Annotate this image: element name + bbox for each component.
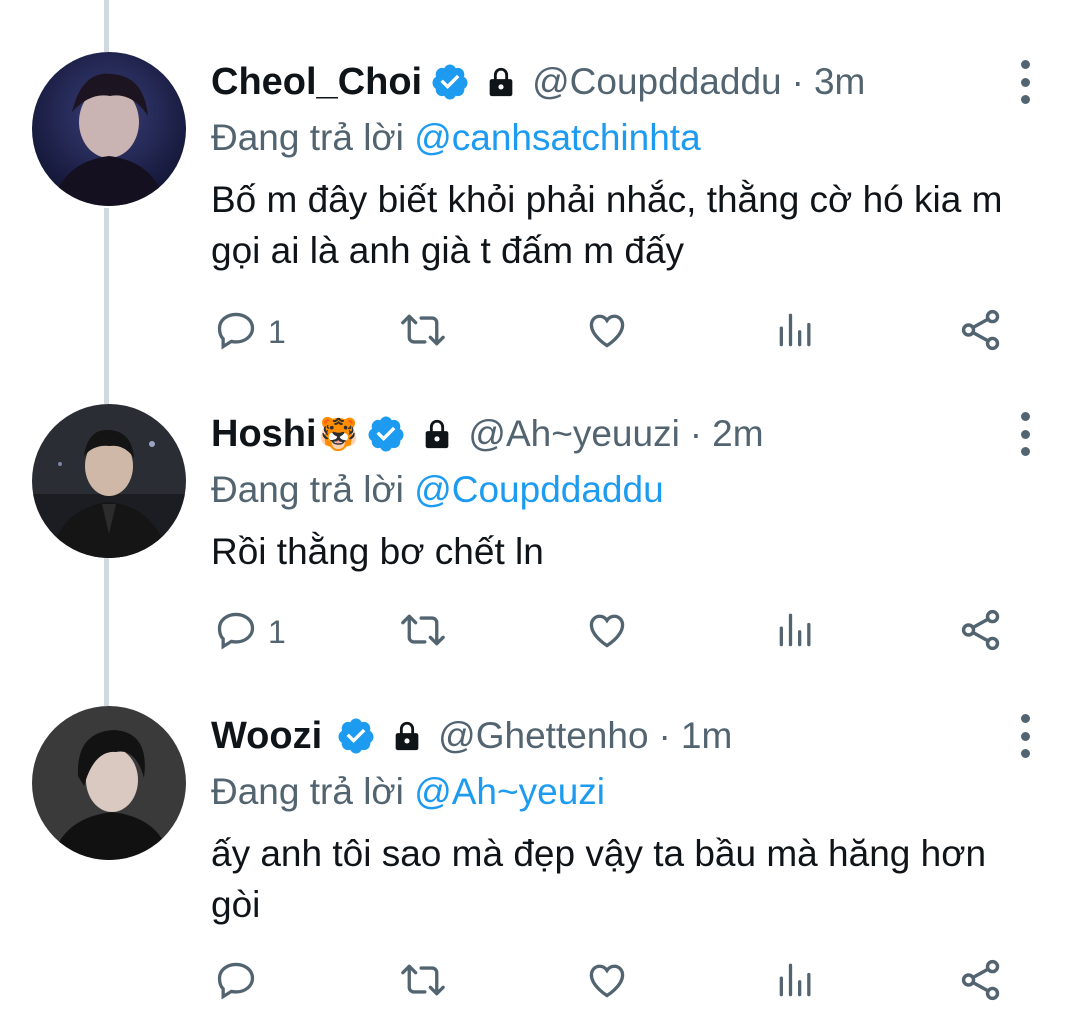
like-button[interactable]	[584, 302, 630, 362]
like-icon	[584, 308, 630, 357]
analytics-icon	[774, 608, 818, 657]
retweet-icon	[398, 308, 448, 357]
analytics-button[interactable]	[774, 302, 818, 362]
reply-icon	[214, 958, 258, 1007]
replying-mention[interactable]: @canhsatchinhta	[414, 117, 700, 158]
retweet-button[interactable]	[398, 602, 448, 662]
handle[interactable]: @Coupddaddu	[532, 61, 781, 103]
like-icon	[584, 608, 630, 657]
tweet-actions: 1	[0, 602, 1080, 662]
replying-to: Đang trả lời @Ah~yeuzi	[211, 766, 1040, 818]
analytics-button[interactable]	[774, 952, 818, 1012]
replying-mention[interactable]: @Coupddaddu	[414, 469, 663, 510]
avatar[interactable]	[32, 706, 186, 860]
tweet-actions	[0, 952, 1080, 1012]
like-button[interactable]	[584, 952, 630, 1012]
replying-prefix: Đang trả lời	[211, 771, 404, 812]
more-vertical-icon[interactable]	[1010, 412, 1040, 456]
tweet-text: ấy anh tôi sao mà đẹp vậy ta bầu mà hăng…	[211, 833, 987, 925]
reply-button[interactable]: 1	[214, 602, 286, 662]
share-icon	[958, 607, 1004, 658]
replying-to: Đang trả lời @Coupddaddu	[211, 464, 1040, 516]
retweet-button[interactable]	[398, 302, 448, 362]
separator-dot: ·	[791, 61, 804, 102]
display-name[interactable]: Cheol_Choi	[211, 61, 422, 104]
like-button[interactable]	[584, 602, 630, 662]
share-icon	[958, 307, 1004, 358]
handle[interactable]: @Ah~yeuuzi	[468, 413, 679, 455]
retweet-icon	[398, 608, 448, 657]
replying-prefix: Đang trả lời	[211, 469, 404, 510]
lock-icon	[420, 417, 454, 451]
timestamp[interactable]: 2m	[712, 413, 763, 455]
lock-icon	[390, 719, 424, 753]
display-name[interactable]: Woozi	[211, 715, 322, 758]
avatar[interactable]	[32, 404, 186, 558]
share-button[interactable]	[958, 302, 1004, 362]
thread-line-top	[104, 0, 109, 52]
separator-dot: ·	[689, 413, 703, 454]
replying-prefix: Đang trả lời	[211, 117, 404, 158]
reply-icon	[214, 308, 258, 357]
handle[interactable]: @Ghettenho	[438, 715, 648, 757]
reply-icon	[214, 608, 258, 657]
tweet-actions: 1	[0, 302, 1080, 362]
retweet-icon	[398, 958, 448, 1007]
tiger-emoji: 🐯	[318, 416, 359, 452]
separator-dot: ·	[658, 715, 671, 756]
reply-button[interactable]: 1	[214, 302, 286, 362]
analytics-icon	[774, 308, 818, 357]
verified-badge-icon	[366, 414, 406, 454]
replying-to: Đang trả lời @canhsatchinhta	[211, 112, 1040, 164]
replying-mention[interactable]: @Ah~yeuzi	[414, 771, 605, 812]
analytics-icon	[774, 958, 818, 1007]
verified-badge-icon	[430, 62, 470, 102]
tweet-text: Bố m đây biết khỏi phải nhắc, thằng cờ h…	[211, 179, 1003, 271]
retweet-button[interactable]	[398, 952, 448, 1012]
share-icon	[958, 957, 1004, 1008]
more-vertical-icon[interactable]	[1010, 60, 1040, 104]
more-vertical-icon[interactable]	[1010, 714, 1040, 758]
timestamp[interactable]: 1m	[681, 715, 732, 757]
reply-count: 1	[268, 613, 286, 650]
display-name[interactable]: Hoshi	[211, 413, 317, 456]
analytics-button[interactable]	[774, 602, 818, 662]
like-icon	[584, 958, 630, 1007]
verified-badge-icon	[336, 716, 376, 756]
reply-button[interactable]	[214, 952, 268, 1012]
tweet-text: Rồi thằng bơ chết ln	[211, 531, 544, 572]
lock-icon	[484, 65, 518, 99]
avatar[interactable]	[32, 52, 186, 206]
reply-count: 1	[268, 313, 286, 350]
share-button[interactable]	[958, 602, 1004, 662]
share-button[interactable]	[958, 952, 1004, 1012]
timestamp[interactable]: 3m	[814, 61, 865, 103]
